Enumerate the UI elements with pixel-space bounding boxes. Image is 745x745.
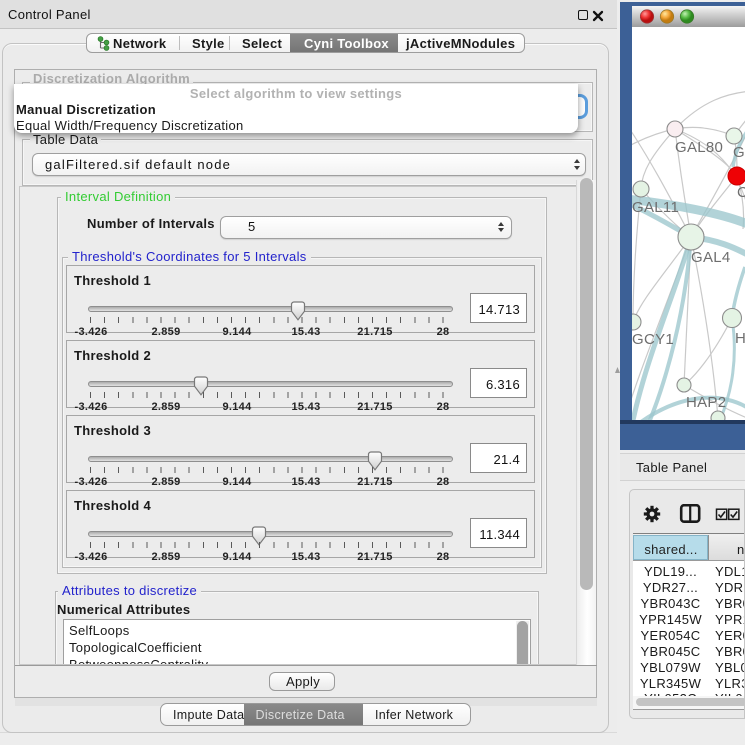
svg-text:H: H xyxy=(735,330,745,347)
svg-text:HAP2: HAP2 xyxy=(686,394,726,411)
svg-text:GAL80: GAL80 xyxy=(675,139,723,156)
svg-text:GAL: GAL xyxy=(733,144,745,161)
svg-text:C: C xyxy=(737,184,745,201)
svg-text:GCY1: GCY1 xyxy=(632,331,674,348)
svg-text:GAL11: GAL11 xyxy=(632,199,679,216)
svg-text:GAL4: GAL4 xyxy=(691,249,731,266)
